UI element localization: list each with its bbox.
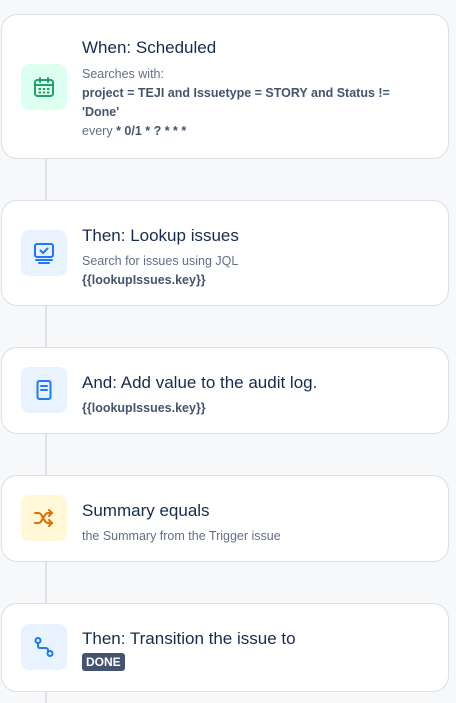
audit-log-smart-value: {{lookupIssues.key}} [82, 401, 206, 415]
jql-query-line-2: 'Done' [82, 105, 120, 119]
transition-issue-card[interactable]: Then: Transition the issue to DONE [1, 603, 449, 692]
transition-title: Then: Transition the issue to [82, 629, 296, 648]
audit-log-card[interactable]: And: Add value to the audit log. {{looku… [1, 347, 449, 434]
lookup-title: Then: Lookup issues [82, 226, 239, 245]
action-icon-tile [21, 230, 67, 276]
every-label: every [82, 124, 113, 138]
connector-line [45, 433, 47, 476]
lookup-smart-value: {{lookupIssues.key}} [82, 273, 206, 287]
connector-line [45, 158, 47, 201]
condition-description: the Summary from the Trigger issue [82, 529, 281, 543]
cron-expression: * 0/1 * ? * * * [116, 124, 187, 138]
trigger-title: When: Scheduled [82, 38, 217, 57]
trigger-scheduled-card[interactable]: When: Scheduled Searches with: project =… [1, 14, 449, 159]
condition-title: Summary equals [82, 501, 210, 520]
document-icon [36, 380, 52, 400]
schedule-line: every * 0/1 * ? * * * [82, 122, 428, 141]
automation-rule-canvas: When: Scheduled Searches with: project =… [0, 0, 456, 703]
path-icon [34, 637, 54, 657]
shuffle-icon [34, 509, 53, 527]
searches-label: Searches with: [82, 67, 164, 81]
connector-line [45, 305, 47, 348]
calendar-icon [34, 77, 54, 97]
jql-query-line-1: project = TEJI and Issuetype = STORY and… [82, 86, 390, 100]
audit-log-title: And: Add value to the audit log. [82, 373, 318, 392]
lookup-issues-card[interactable]: Then: Lookup issues Search for issues us… [1, 200, 449, 306]
condition-icon-tile [21, 495, 67, 541]
action-icon-tile [21, 624, 67, 670]
connector-line [45, 561, 47, 604]
lookup-description: Search for issues using JQL [82, 254, 239, 268]
status-lozenge-done: DONE [82, 653, 125, 671]
action-icon-tile [21, 367, 67, 413]
connector-line [45, 691, 47, 703]
trigger-icon-tile [21, 64, 67, 110]
monitor-icon [34, 243, 54, 264]
summary-condition-card[interactable]: Summary equals the Summary from the Trig… [1, 475, 449, 562]
